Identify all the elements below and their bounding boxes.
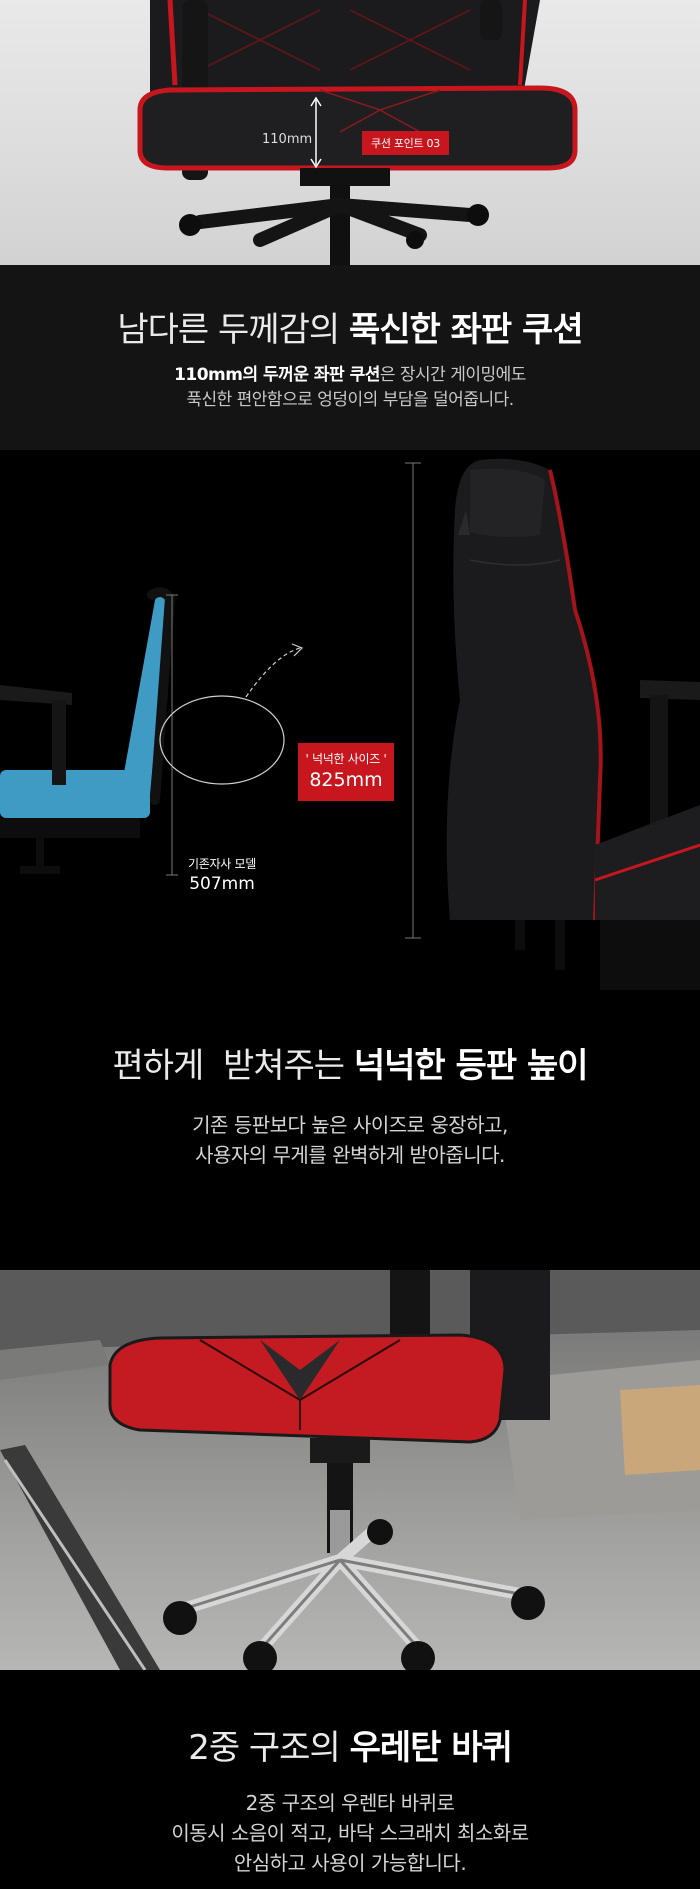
wheel-desc-line-3: 안심하고 사용이 가능합니다. — [233, 1851, 467, 1875]
backrest-description: 기존 등판보다 높은 사이즈로 웅장하고, 사용자의 무게를 완벽하게 받아줍니… — [0, 1110, 700, 1170]
existing-model-label: 기존자사 모델 507mm — [170, 855, 274, 894]
seat-cushion-photo: 110mm 쿠션 포인트 03 — [0, 0, 700, 265]
backrest-section: ' 넉넉한 사이즈 ' 825mm 기존자사 모델 507mm 편하게 받쳐주는… — [0, 450, 700, 1270]
wheel-description: 2중 구조의 우렌타 바퀴로 이동시 소음이 적고, 바닥 스크래치 최소화로 … — [0, 1788, 700, 1878]
size-badge-value: 825mm — [309, 769, 383, 791]
wheel-desc-line-1: 2중 구조의 우렌타 바퀴로 — [245, 1791, 455, 1815]
backrest-headline: 편하게 받쳐주는 넉넉한 등판 높이 — [0, 1038, 700, 1087]
seat-desc-rest: 은 장시간 게이밍에도 — [379, 365, 527, 385]
seat-description: 110mm의 두꺼운 좌판 쿠션은 장시간 게이밍에도 푹신한 편안함으로 엉덩… — [0, 363, 700, 413]
backrest-desc-line-2: 사용자의 무게를 완벽하게 받아줍니다. — [195, 1143, 505, 1167]
backrest-desc-line-1: 기존 등판보다 높은 사이즈로 웅장하고, — [192, 1113, 508, 1137]
wheel-photo — [0, 1270, 700, 1670]
model-label-value: 507mm — [189, 874, 255, 894]
seat-headline-bold: 푹신한 좌판 쿠션 — [348, 310, 584, 350]
wheel-headline-light: 2중 구조의 — [188, 1728, 341, 1768]
backrest-headline-light: 편하게 받쳐주는 — [112, 1046, 345, 1086]
seat-desc-bold: 110mm의 두꺼운 좌판 쿠션 — [174, 365, 380, 385]
seat-cushion-text-block: 남다른 두께감의 푹신한 좌판 쿠션 110mm의 두꺼운 좌판 쿠션은 장시간… — [0, 265, 700, 450]
wheel-desc-line-2: 이동시 소음이 적고, 바닥 스크래치 최소화로 — [171, 1821, 529, 1845]
wheel-headline-bold: 우레탄 바퀴 — [349, 1728, 513, 1768]
backrest-comparison-illustration — [0, 458, 700, 990]
seat-chair-illustration — [137, 0, 578, 265]
wheel-headline: 2중 구조의 우레탄 바퀴 — [0, 1720, 700, 1769]
backrest-headline-bold: 넉넉한 등판 높이 — [353, 1046, 589, 1086]
size-badge-label: ' 넉넉한 사이즈 ' — [305, 752, 387, 766]
generous-size-badge: ' 넉넉한 사이즈 ' 825mm — [298, 743, 394, 801]
wheel-text-block: 2중 구조의 우레탄 바퀴 2중 구조의 우렌타 바퀴로 이동시 소음이 적고,… — [0, 1670, 700, 1889]
model-label-text: 기존자사 모델 — [188, 857, 256, 871]
cushion-point-badge: 쿠션 포인트 03 — [362, 131, 449, 155]
seat-headline: 남다른 두께감의 푹신한 좌판 쿠션 — [0, 302, 700, 351]
seat-headline-light: 남다른 두께감의 — [117, 310, 340, 350]
seat-dimension-label: 110mm — [262, 132, 313, 147]
wheel-chair-illustration — [0, 1270, 700, 1670]
seat-desc-line-2: 푹신한 편안함으로 엉덩이의 부담을 덜어줍니다. — [186, 390, 514, 410]
